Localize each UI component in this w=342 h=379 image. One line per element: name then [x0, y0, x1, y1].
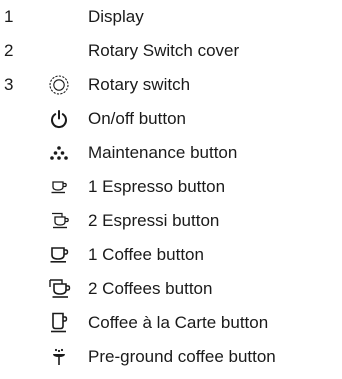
item-label: Rotary switch: [88, 75, 191, 94]
item-label: Maintenance button: [88, 143, 238, 162]
legend-row-1-espresso: 1 Espresso button: [0, 170, 342, 204]
item-label: Rotary Switch cover: [88, 41, 240, 60]
maintenance-icon: [46, 141, 72, 165]
rotary-switch-icon: [46, 73, 72, 97]
item-label: Coffee à la Carte button: [88, 313, 269, 332]
legend-row-maintenance: Maintenance button: [0, 136, 342, 170]
legend-row-rotary-switch: 3 Rotary switch: [0, 68, 342, 102]
measuring-spoon-icon: [46, 345, 72, 369]
item-label: Display: [88, 7, 144, 26]
item-number: 2: [4, 41, 14, 60]
legend-row-pre-ground-coffee: Pre-ground coffee button: [0, 340, 342, 374]
legend-row-2-espressi: 2 Espressi button: [0, 204, 342, 238]
legend-row-display: 1 Display: [0, 0, 342, 34]
two-espresso-cups-icon: [46, 209, 72, 233]
legend-row-rotary-switch-cover: 2 Rotary Switch cover: [0, 34, 342, 68]
two-coffee-cups-icon: [46, 277, 72, 301]
large-cup-icon: [46, 311, 72, 335]
espresso-cup-icon: [46, 175, 72, 199]
item-label: 2 Coffees button: [88, 279, 213, 298]
legend-row-1-coffee: 1 Coffee button: [0, 238, 342, 272]
legend-list: 1 Display 2 Rotary Switch cover 3 Rotary…: [0, 0, 342, 379]
legend-row-2-coffees: 2 Coffees button: [0, 272, 342, 306]
legend-row-coffee-a-la-carte: Coffee à la Carte button: [0, 306, 342, 340]
coffee-cup-icon: [46, 243, 72, 267]
item-label: 2 Espressi button: [88, 211, 220, 230]
item-label: 1 Coffee button: [88, 245, 204, 264]
item-label: On/off button: [88, 109, 186, 128]
item-label: Pre-ground coffee button: [88, 347, 276, 366]
item-label: 1 Espresso button: [88, 177, 226, 196]
item-number: 1: [4, 7, 14, 26]
power-icon: [46, 107, 72, 131]
legend-row-on-off: On/off button: [0, 102, 342, 136]
item-number: 3: [4, 75, 14, 94]
